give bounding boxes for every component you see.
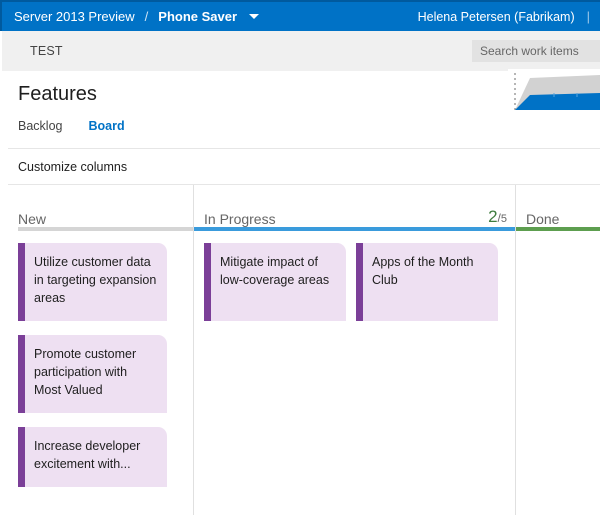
card-accent-bar: [18, 427, 25, 487]
team-name-label: TEST: [30, 44, 63, 58]
user-divider: |: [587, 9, 590, 24]
board-column-in-progress: In Progress 2 / 5 Mitigate impact of low…: [194, 185, 516, 515]
column-header-new: New: [8, 185, 193, 231]
breadcrumb-separator: /: [145, 9, 149, 24]
wip-limit-indicator: 2 / 5: [488, 207, 507, 227]
card-accent-bar: [204, 243, 211, 321]
page-title: Features: [18, 83, 97, 105]
column-title-in-progress: In Progress: [204, 211, 276, 227]
user-name-label[interactable]: Helena Petersen (Fabrikam): [418, 10, 575, 24]
board-column-new: New Utilize customer data in targeting e…: [8, 185, 194, 515]
card-accent-bar: [356, 243, 363, 321]
card-title: Mitigate impact of low-coverage areas: [220, 253, 336, 289]
column-header-in-progress: In Progress 2 / 5: [194, 185, 515, 231]
view-tabs: Backlog Board: [8, 117, 600, 149]
wip-current-count: 2: [488, 207, 497, 227]
board-card[interactable]: Mitigate impact of low-coverage areas: [204, 243, 346, 321]
card-accent-bar: [18, 243, 25, 321]
cumulative-flow-chart[interactable]: [508, 69, 600, 115]
breadcrumb-server-link[interactable]: Server 2013 Preview: [14, 9, 135, 24]
page-title-row: Features: [8, 71, 600, 117]
column-body-done: [516, 231, 600, 515]
customize-columns-link[interactable]: Customize columns: [18, 160, 127, 174]
top-navigation-bar: Server 2013 Preview / Phone Saver Helena…: [0, 0, 600, 31]
column-underline-new: [18, 227, 193, 231]
card-title: Increase developer excitement with...: [34, 437, 157, 473]
card-lane-in-progress-a: Mitigate impact of low-coverage areas: [194, 243, 346, 515]
card-lane-new: Utilize customer data in targeting expan…: [8, 243, 193, 515]
column-underline-done: [516, 227, 600, 231]
column-body-new: Utilize customer data in targeting expan…: [8, 231, 193, 515]
tab-board[interactable]: Board: [88, 117, 124, 133]
user-area: Helena Petersen (Fabrikam) |: [418, 9, 600, 24]
cfd-svg: [508, 69, 600, 115]
tab-backlog[interactable]: Backlog: [18, 117, 62, 133]
card-lane-in-progress-b: Apps of the Month Club: [346, 243, 498, 515]
wip-limit-value: 5: [501, 213, 507, 225]
column-header-done: Done: [516, 185, 600, 231]
customize-columns-row: Customize columns: [8, 149, 600, 185]
column-body-in-progress: Mitigate impact of low-coverage areas Ap…: [194, 231, 515, 515]
team-bar: TEST: [0, 31, 600, 71]
page-content: Features Backlog Board Customize columns: [0, 71, 600, 515]
board-card[interactable]: Apps of the Month Club: [356, 243, 498, 321]
card-title: Promote customer participation with Most…: [34, 345, 157, 399]
board-column-done: Done: [516, 185, 600, 515]
column-title-new: New: [18, 211, 46, 227]
card-title: Utilize customer data in targeting expan…: [34, 253, 157, 307]
chevron-down-icon[interactable]: [249, 14, 259, 19]
column-underline-in-progress: [194, 227, 515, 231]
card-accent-bar: [18, 335, 25, 413]
breadcrumb: Server 2013 Preview / Phone Saver: [2, 9, 259, 24]
search-input[interactable]: [472, 40, 600, 62]
board-card[interactable]: Promote customer participation with Most…: [18, 335, 167, 413]
breadcrumb-project-link[interactable]: Phone Saver: [158, 9, 237, 24]
card-title: Apps of the Month Club: [372, 253, 488, 289]
board-card[interactable]: Utilize customer data in targeting expan…: [18, 243, 167, 321]
board-scroll-region[interactable]: New Utilize customer data in targeting e…: [8, 185, 600, 515]
board-card[interactable]: Increase developer excitement with...: [18, 427, 167, 487]
kanban-board: New Utilize customer data in targeting e…: [8, 185, 600, 515]
column-title-done: Done: [526, 211, 559, 227]
